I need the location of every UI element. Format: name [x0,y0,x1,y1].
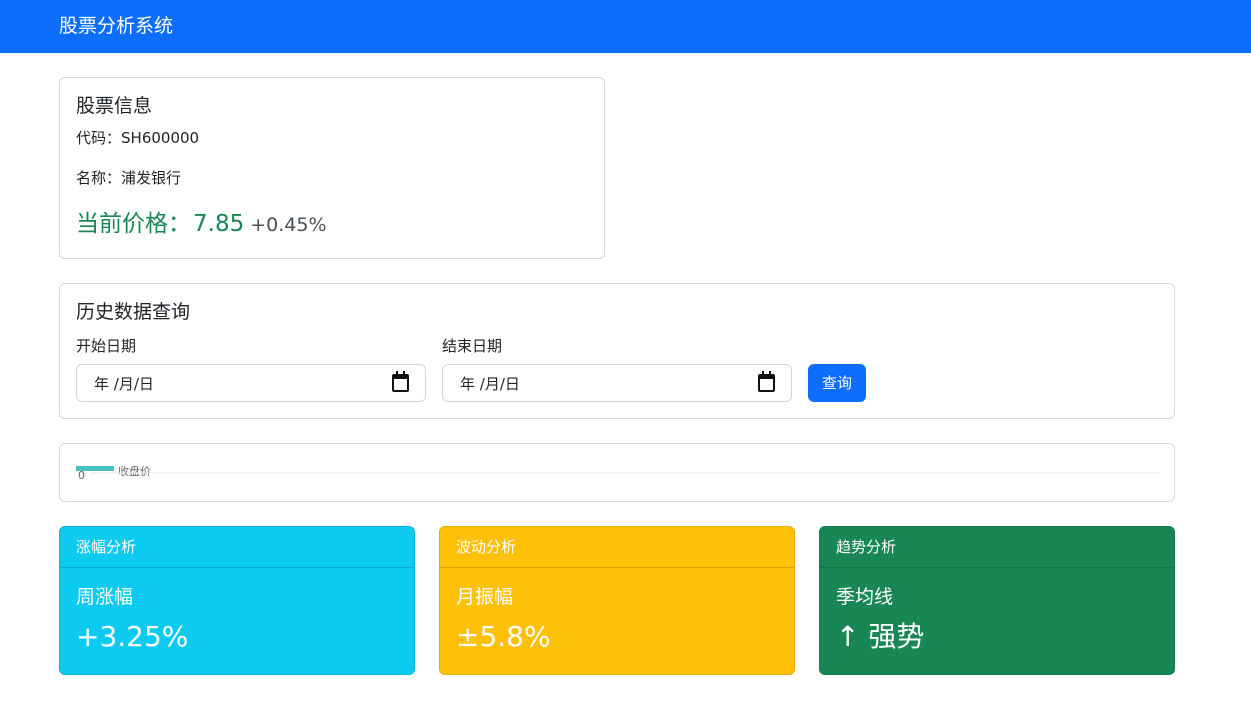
price-value: 7.85 [193,211,245,237]
y-tick-label: 0 [78,469,85,482]
app-brand[interactable]: 股票分析系统 [59,13,173,39]
stock-info-card: 股票信息 代码：SH600000 名称：浦发银行 当前价格：7.85 +0.45% [59,77,605,259]
price-chart-card: 收盘价 0 [59,443,1175,502]
weekly-rise-label: 周涨幅 [76,586,134,608]
rise-analysis-header: 涨幅分析 [60,527,414,568]
price-chart: 收盘价 0 [76,464,1160,482]
legend-label[interactable]: 收盘价 [118,464,151,478]
trend-analysis-card: 趋势分析 季均线 ↑ 强势 [819,526,1175,675]
weekly-rise-value: +3.25% [76,620,189,653]
stock-info-title: 股票信息 [76,95,153,117]
current-price-line: 当前价格：7.85 +0.45% [76,208,327,242]
navbar: 股票分析系统 [0,0,1251,53]
volatility-analysis-card: 波动分析 月振幅 ±5.8% [439,526,795,675]
monthly-amplitude-label: 月振幅 [456,586,514,608]
stock-name: 浦发银行 [121,169,182,187]
rise-analysis-title: 涨幅分析 [76,538,137,556]
history-query-title: 历史数据查询 [76,301,191,323]
stock-code: SH600000 [121,129,200,147]
calendar-icon[interactable] [392,371,409,392]
price-label: 当前价格： [76,211,191,237]
rise-analysis-card: 涨幅分析 周涨幅 +3.25% [59,526,415,675]
history-query-card: 历史数据查询 开始日期 结束日期 年 /月/日 年 /月/日 查询 [59,283,1175,419]
stock-name-label: 名称： [76,169,122,187]
start-date-label: 开始日期 [76,337,137,355]
volatility-analysis-header: 波动分析 [440,527,794,568]
trend-analysis-title: 趋势分析 [836,538,897,556]
stock-code-label: 代码： [76,129,122,147]
stock-name-line: 名称：浦发银行 [76,168,181,188]
volatility-analysis-title: 波动分析 [456,538,517,556]
trend-analysis-header: 趋势分析 [820,527,1174,568]
calendar-icon[interactable] [758,371,775,392]
monthly-amplitude-value: ±5.8% [456,620,551,653]
start-date-input[interactable]: 年 /月/日 [76,364,426,402]
end-date-input[interactable]: 年 /月/日 [442,364,792,402]
price-change: +0.45% [250,214,327,236]
end-date-placeholder: 年 /月/日 [460,375,520,393]
start-date-placeholder: 年 /月/日 [94,375,154,393]
stock-code-line: 代码：SH600000 [76,128,199,148]
query-button[interactable]: 查询 [808,364,866,402]
end-date-label: 结束日期 [442,337,503,355]
quarterly-ma-label: 季均线 [836,586,894,608]
trend-value: ↑ 强势 [836,620,925,653]
